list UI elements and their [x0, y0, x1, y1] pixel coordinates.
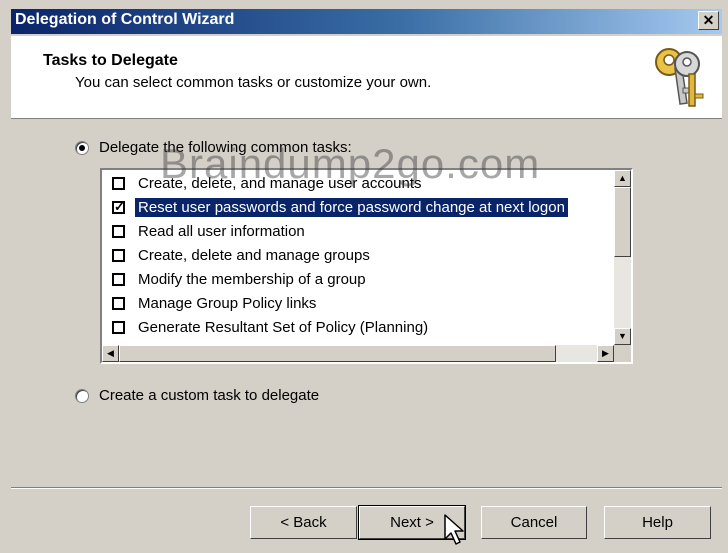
task-checkbox[interactable]: [112, 297, 125, 310]
window-title: Delegation of Control Wizard: [15, 11, 235, 28]
task-item[interactable]: Create, delete and manage groups: [112, 244, 373, 267]
task-item[interactable]: Modify the membership of a group: [112, 268, 369, 291]
mouse-pointer-icon: [444, 514, 464, 545]
task-item[interactable]: Read all user information: [112, 220, 308, 243]
title-bar: Delegation of Control Wizard ✕: [0, 0, 728, 36]
close-icon: ✕: [702, 12, 715, 28]
task-label: Create, delete and manage groups: [138, 247, 370, 264]
arrow-down-icon: ▼: [618, 331, 627, 341]
custom-task-option[interactable]: Create a custom task to delegate: [75, 387, 319, 404]
scroll-right-button[interactable]: ▶: [597, 345, 614, 362]
arrow-right-icon: ▶: [602, 348, 609, 358]
tasks-listbox[interactable]: Create, delete, and manage user accounts…: [100, 168, 633, 364]
task-checkbox[interactable]: [112, 321, 125, 334]
custom-task-label: Create a custom task to delegate: [99, 387, 320, 404]
task-label: Read all user information: [138, 223, 305, 240]
scrollbar-corner: [614, 345, 631, 362]
back-button[interactable]: < Back: [250, 506, 357, 539]
task-checkbox[interactable]: [112, 273, 125, 286]
task-label: Reset user passwords and force password …: [135, 198, 568, 217]
scroll-down-button[interactable]: ▼: [614, 328, 631, 345]
button-separator: [11, 487, 722, 489]
task-checkbox[interactable]: [112, 249, 125, 262]
wizard-header: Tasks to Delegate You can select common …: [11, 36, 722, 119]
page-subtitle: You can select common tasks or customize…: [75, 74, 432, 91]
scroll-up-button[interactable]: ▲: [614, 170, 631, 187]
arrow-left-icon: ◀: [107, 348, 114, 358]
help-button[interactable]: Help: [604, 506, 711, 539]
title-bar-caption[interactable]: Delegation of Control Wizard ✕: [11, 9, 722, 34]
task-checkbox[interactable]: [112, 177, 125, 190]
task-item[interactable]: Generate Resultant Set of Policy (Planni…: [112, 316, 431, 339]
vertical-scrollbar[interactable]: ▲ ▼: [614, 170, 631, 345]
scroll-thumb[interactable]: [614, 187, 631, 257]
custom-task-radio[interactable]: [75, 388, 89, 403]
arrow-up-icon: ▲: [618, 173, 627, 183]
watermark-text: Braindump2go.com: [160, 140, 541, 187]
page-title: Tasks to Delegate: [43, 52, 178, 69]
task-label: Modify the membership of a group: [138, 271, 366, 288]
horizontal-scroll-thumb[interactable]: [119, 345, 556, 362]
task-checkbox[interactable]: [112, 199, 125, 215]
cancel-button[interactable]: Cancel: [481, 506, 587, 539]
keys-icon: [655, 48, 704, 107]
common-tasks-radio[interactable]: [75, 140, 89, 155]
task-label: Generate Resultant Set of Policy (Planni…: [138, 319, 429, 336]
task-item[interactable]: Reset user passwords and force password …: [112, 196, 568, 219]
task-item[interactable]: Manage Group Policy links: [112, 292, 319, 315]
scroll-left-button[interactable]: ◀: [102, 345, 119, 362]
task-label: Manage Group Policy links: [138, 295, 317, 312]
close-button[interactable]: ✕: [698, 11, 719, 30]
horizontal-scrollbar[interactable]: ◀ ▶: [102, 345, 614, 362]
task-checkbox[interactable]: [112, 225, 125, 238]
